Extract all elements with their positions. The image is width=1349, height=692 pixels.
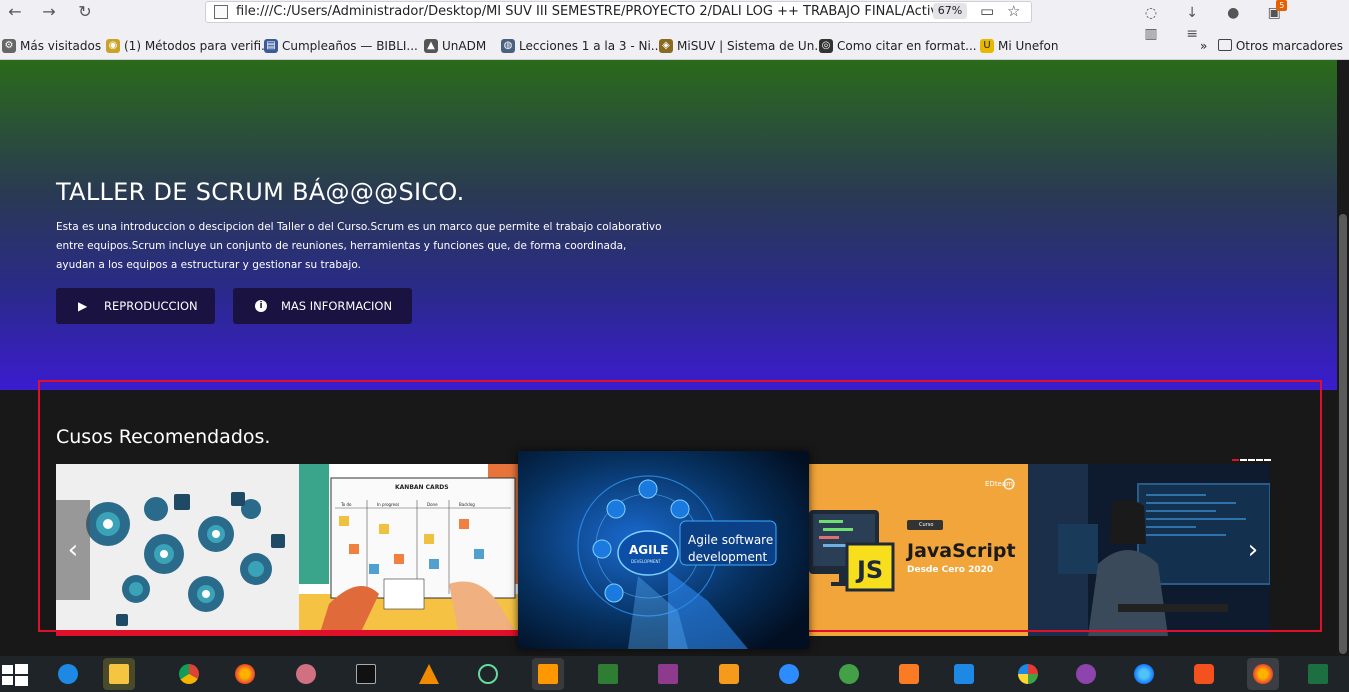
bookmark-star-icon[interactable]: ☆ [1007, 2, 1020, 20]
bookmark-item[interactable]: ◍ Lecciones 1 a la 3 - Ni... [501, 37, 662, 55]
navigation-row: ← → ↻ file:///C:/Users/Administrador/Des… [0, 0, 1349, 42]
atom-icon[interactable] [472, 658, 504, 690]
bookmark-item[interactable]: ◎ Como citar en format... [819, 37, 977, 55]
play-icon: ▶ [78, 299, 88, 313]
winrar-icon[interactable] [652, 658, 684, 690]
bookmark-item[interactable]: ▤ Cumpleaños — BIBLI... [264, 37, 418, 55]
chrome-icon[interactable] [173, 658, 205, 690]
notification-icon[interactable]: ▣ 5 [1263, 0, 1288, 23]
tool-icon[interactable] [290, 658, 322, 690]
ie-icon[interactable] [52, 658, 84, 690]
bookmark-item[interactable]: ◈ MiSUV | Sistema de Un... [659, 37, 826, 55]
bookmark-item[interactable]: ▲ UnADM [424, 37, 486, 55]
card-underline [56, 632, 518, 636]
browser-toolbar: ← → ↻ file:///C:/Users/Administrador/Des… [0, 0, 1349, 60]
edge-icon[interactable] [1128, 658, 1160, 690]
bookmark-label: UnADM [442, 39, 487, 53]
bookmark-label: Mi Unefon [998, 39, 1059, 53]
more-info-label: MAS INFORMACION [281, 299, 393, 313]
notification-badge: 5 [1276, 0, 1288, 11]
bookmarks-bar: ⚙ Más visitados ◉ (1) Métodos para verifi.… [0, 34, 1349, 56]
bookmark-label: Lecciones 1 a la 3 - Ni... [519, 39, 663, 53]
forward-icon[interactable]: → [38, 2, 60, 22]
scrollbar-thumb[interactable] [1339, 214, 1347, 654]
git-icon[interactable] [1012, 658, 1044, 690]
bookmark-label: (1) Métodos para verifi... [124, 39, 273, 53]
folder-icon [1217, 39, 1232, 51]
play-button-label: REPRODUCCION [104, 299, 198, 313]
file-icon [214, 5, 228, 19]
toolbar-icons: ◌ ↓ ● ▣ 5 ▥ ≡ [1140, 0, 1340, 42]
url-text: file:///C:/Users/Administrador/Desktop/M… [236, 4, 942, 19]
extension-icon[interactable]: ● [1222, 3, 1244, 23]
agile-text-2: development [688, 550, 768, 564]
github-icon[interactable] [1070, 658, 1102, 690]
bookmark-item[interactable]: ⚙ Más visitados [2, 37, 101, 55]
firefox-active-icon[interactable] [1247, 658, 1279, 690]
more-info-button[interactable]: i MAS INFORMACION [233, 288, 412, 324]
coin-icon: ◉ [106, 39, 120, 53]
chevron-left-icon: ‹ [67, 535, 79, 565]
chevron-right-icon: › [1247, 535, 1259, 565]
sublime-icon[interactable] [532, 658, 564, 690]
bookmark-label: Como citar en format... [837, 39, 977, 53]
other-bookmarks-label: Otros marcadores [1235, 39, 1343, 53]
windows-start-icon[interactable] [0, 656, 30, 692]
more-bookmarks-icon[interactable]: » [1200, 37, 1207, 55]
carousel-prev-button[interactable]: ‹ [56, 500, 90, 600]
bookmark-item[interactable]: ◉ (1) Métodos para verifi... [106, 37, 272, 55]
pocket-icon[interactable]: ◌ [1140, 3, 1162, 23]
firefox-icon[interactable] [229, 658, 261, 690]
hero-banner: TALLER DE SCRUM BÁ@@@SICO. Esta es una i… [0, 60, 1337, 390]
bookmark-label: Más visitados [20, 39, 102, 53]
reload-icon[interactable]: ↻ [74, 2, 96, 22]
other-bookmarks[interactable]: Otros marcadores [1217, 37, 1343, 55]
hero-title: TALLER DE SCRUM BÁ@@@SICO. [56, 178, 465, 206]
unadm-icon: ▲ [424, 39, 438, 53]
shield-icon: ◈ [659, 39, 673, 53]
zoom-level[interactable]: 67% [933, 3, 967, 19]
back-icon[interactable]: ← [4, 2, 26, 22]
page-scrollbar[interactable] [1337, 60, 1349, 656]
hero-description: Esta es una introduccion o descipcion de… [56, 221, 662, 271]
globe-icon: ◎ [819, 39, 833, 53]
vlc-icon[interactable] [413, 658, 445, 690]
recycle-icon[interactable] [833, 658, 865, 690]
url-bar[interactable]: file:///C:/Users/Administrador/Desktop/M… [205, 1, 1032, 23]
bookmark-item[interactable]: U Mi Unefon [980, 37, 1058, 55]
bookmark-label: MiSUV | Sistema de Un... [677, 39, 826, 53]
download-icon[interactable]: ↓ [1181, 3, 1203, 23]
explorer-icon[interactable] [103, 658, 135, 690]
reader-view-icon[interactable]: ▭ [980, 2, 994, 20]
capture-icon[interactable] [592, 658, 624, 690]
page-icon: ▤ [264, 39, 278, 53]
carousel-next-button[interactable]: › [1236, 500, 1270, 600]
xampp-icon[interactable] [893, 658, 925, 690]
agile-text-1: Agile software [688, 533, 774, 547]
windows-taskbar [0, 656, 1349, 692]
agile-badge: AGILE [629, 543, 669, 557]
unefon-icon: U [980, 39, 994, 53]
excel-icon[interactable] [1302, 658, 1334, 690]
info-icon: i [255, 300, 267, 312]
avatar-icon: ◍ [501, 39, 515, 53]
play-button[interactable]: ▶ REPRODUCCION [56, 288, 215, 324]
bookmark-label: Cumpleaños — BIBLI... [282, 39, 418, 53]
zoom-app-icon[interactable] [773, 658, 805, 690]
gear-icon: ⚙ [2, 39, 16, 53]
terminal-icon[interactable] [350, 658, 382, 690]
course-card-active[interactable]: AGILE DEVELOPMENT Agile software develop… [518, 451, 809, 649]
camera-app-icon[interactable] [1188, 658, 1220, 690]
agile-badge-sub: DEVELOPMENT [631, 559, 661, 564]
web-page: TALLER DE SCRUM BÁ@@@SICO. Esta es una i… [0, 60, 1337, 656]
vscode-icon[interactable] [948, 658, 980, 690]
box-icon[interactable] [713, 658, 745, 690]
